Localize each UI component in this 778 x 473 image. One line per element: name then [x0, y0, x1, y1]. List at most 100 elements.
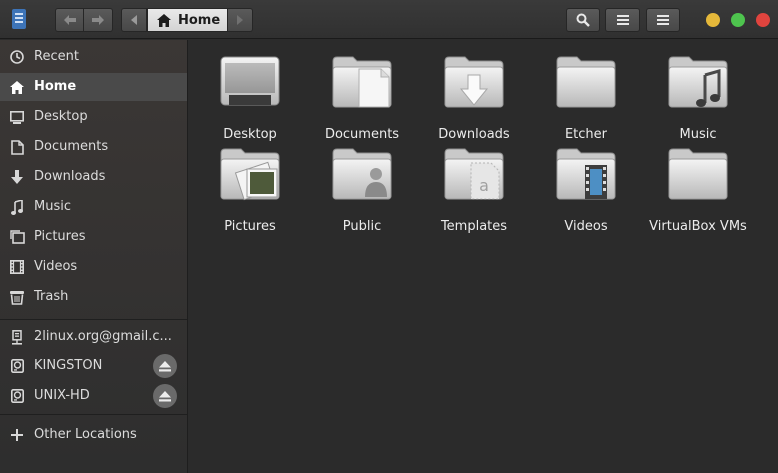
- file-item-videos[interactable]: Videos: [531, 147, 641, 235]
- templates-folder-icon: a: [444, 148, 504, 200]
- sidebar-item-label: KINGSTON: [34, 358, 103, 373]
- folder-icon: [556, 56, 616, 108]
- sidebar-item-label: Pictures: [34, 229, 86, 244]
- path-scroll-right-button[interactable]: [228, 8, 253, 32]
- file-name: Music: [679, 127, 717, 142]
- file-name: Documents: [324, 127, 400, 142]
- sidebar-item-trash[interactable]: Trash: [0, 283, 187, 311]
- maximize-button[interactable]: [731, 13, 745, 27]
- menu-button[interactable]: [646, 8, 680, 32]
- back-button[interactable]: [55, 8, 84, 32]
- video-icon: [9, 259, 25, 275]
- arrow-right-icon: [92, 15, 104, 25]
- downloads-folder-icon: [444, 56, 504, 108]
- music-folder-icon: [668, 56, 728, 108]
- sidebar-item-downloads[interactable]: Downloads: [0, 163, 187, 191]
- forward-button[interactable]: [84, 8, 113, 32]
- pictures-icon: [9, 229, 25, 245]
- plus-icon: [9, 427, 25, 443]
- eject-icon: [159, 360, 171, 371]
- sidebar-item-label: UNIX-HD: [34, 388, 90, 403]
- eject-icon: [159, 390, 171, 401]
- search-button[interactable]: [566, 8, 600, 32]
- home-icon: [157, 13, 171, 27]
- sidebar: Recent Home Desktop Documents Downloads …: [0, 40, 188, 473]
- file-name: Pictures: [224, 219, 276, 234]
- file-item-public[interactable]: Public: [307, 147, 417, 235]
- download-icon: [9, 169, 25, 185]
- header-bar: Home: [0, 0, 778, 39]
- eject-button[interactable]: [153, 354, 177, 378]
- list-view-icon: [616, 15, 629, 25]
- public-folder-icon: [332, 148, 392, 200]
- documents-folder-icon: [332, 56, 392, 108]
- file-name: Templates: [440, 219, 508, 234]
- file-name: Public: [342, 219, 382, 234]
- eject-button[interactable]: [153, 384, 177, 408]
- sidebar-item-label: Music: [34, 199, 71, 214]
- chevron-right-icon: [237, 15, 243, 25]
- sidebar-item-label: Trash: [34, 289, 69, 304]
- file-item-pictures[interactable]: Pictures: [195, 147, 305, 235]
- home-icon: [9, 79, 25, 95]
- file-name: Etcher: [564, 127, 608, 142]
- close-button[interactable]: [756, 13, 770, 27]
- sidebar-separator: [0, 414, 187, 415]
- view-options-button[interactable]: [605, 8, 640, 32]
- sidebar-item-documents[interactable]: Documents: [0, 133, 187, 161]
- sidebar-item-music[interactable]: Music: [0, 193, 187, 221]
- minimize-button[interactable]: [706, 13, 720, 27]
- sidebar-item-label: Other Locations: [34, 427, 137, 442]
- sidebar-item-label: Recent: [34, 49, 79, 64]
- sidebar-separator: [0, 319, 187, 320]
- path-scroll-left-button[interactable]: [121, 8, 147, 32]
- file-name: VirtualBox VMs: [649, 219, 747, 234]
- drive-icon: [9, 388, 25, 404]
- files-app-icon: [12, 9, 26, 29]
- sidebar-item-recent[interactable]: Recent: [0, 43, 187, 71]
- sidebar-item-network-account[interactable]: 2linux.org@gmail.c...: [0, 323, 187, 351]
- file-item-music[interactable]: Music: [643, 55, 753, 143]
- file-name: Videos: [564, 219, 608, 234]
- document-icon: [9, 139, 25, 155]
- drive-icon: [9, 358, 25, 374]
- file-item-documents[interactable]: Documents: [307, 55, 417, 143]
- file-item-virtualbox-vms[interactable]: VirtualBox VMs: [643, 147, 753, 235]
- file-view: Desktop Documents Downloads Etcher Music…: [189, 40, 778, 473]
- file-item-downloads[interactable]: Downloads: [419, 55, 529, 143]
- sidebar-item-label: Home: [34, 79, 77, 94]
- arrow-left-icon: [63, 15, 76, 25]
- svg-text:a: a: [479, 176, 489, 195]
- sidebar-item-pictures[interactable]: Pictures: [0, 223, 187, 251]
- desktop-folder-icon: [220, 56, 280, 106]
- trash-icon: [9, 289, 25, 305]
- pictures-folder-icon: [220, 148, 280, 201]
- network-drive-icon: [9, 329, 25, 345]
- file-item-etcher[interactable]: Etcher: [531, 55, 641, 143]
- file-item-templates[interactable]: a Templates: [419, 147, 529, 235]
- clock-icon: [9, 49, 25, 65]
- sidebar-item-label: Downloads: [34, 169, 106, 184]
- sidebar-item-label: 2linux.org@gmail.c...: [34, 329, 172, 344]
- sidebar-item-label: Documents: [34, 139, 109, 154]
- sidebar-item-home[interactable]: Home: [0, 73, 187, 101]
- file-item-desktop[interactable]: Desktop: [195, 55, 305, 143]
- sidebar-item-unix-hd[interactable]: UNIX-HD: [0, 382, 187, 410]
- sidebar-item-videos[interactable]: Videos: [0, 253, 187, 281]
- hamburger-menu-icon: [657, 15, 669, 25]
- videos-folder-icon: [556, 148, 616, 200]
- folder-icon: [668, 148, 728, 200]
- path-home-label: Home: [178, 12, 221, 28]
- sidebar-item-label: Desktop: [34, 109, 88, 124]
- sidebar-item-desktop[interactable]: Desktop: [0, 103, 187, 131]
- search-icon: [576, 13, 590, 27]
- sidebar-item-label: Videos: [34, 259, 78, 274]
- file-name: Desktop: [223, 127, 277, 142]
- music-icon: [9, 199, 25, 215]
- desktop-icon: [9, 109, 25, 125]
- sidebar-item-kingston[interactable]: KINGSTON: [0, 352, 187, 380]
- path-home-button[interactable]: Home: [147, 8, 228, 32]
- chevron-left-icon: [131, 15, 137, 25]
- file-name: Downloads: [438, 127, 510, 142]
- sidebar-item-other-locations[interactable]: Other Locations: [0, 421, 187, 449]
